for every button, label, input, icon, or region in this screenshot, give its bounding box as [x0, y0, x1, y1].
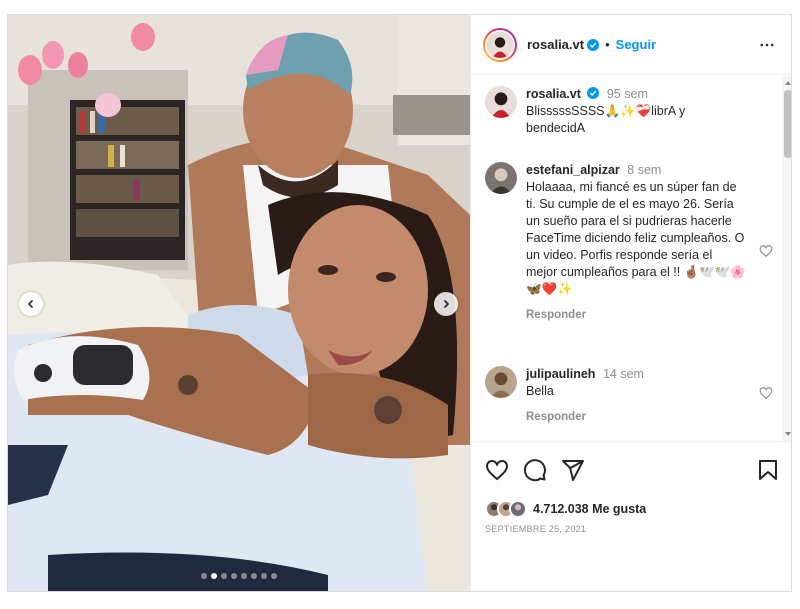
carousel-dot — [251, 573, 257, 579]
carousel-dot — [271, 573, 277, 579]
bookmark-icon[interactable] — [756, 458, 780, 482]
caption-username[interactable]: rosalia.vt — [526, 87, 581, 101]
comment-text: Bella — [526, 384, 554, 398]
reply-button[interactable]: Responder — [526, 307, 746, 324]
caption-time: 95 sem — [606, 87, 648, 101]
carousel-indicator — [8, 573, 470, 579]
comment-like-heart-icon[interactable] — [759, 386, 773, 400]
post-side-panel: rosalia.vt • Seguir rosalia.vt 95 sem Bl… — [470, 15, 792, 591]
likers-avatars — [485, 500, 527, 518]
carousel-dot — [241, 573, 247, 579]
chevron-left-icon — [27, 299, 34, 309]
header-separator: • — [605, 37, 610, 52]
carousel-dot — [231, 573, 237, 579]
previous-slide-button[interactable] — [19, 292, 43, 316]
carousel-dot — [211, 573, 217, 579]
comment-item: estefani_alpizar 8 sem Holaaaa, mi fianc… — [485, 162, 781, 324]
commenter-avatar[interactable] — [485, 162, 517, 194]
comment-time: 14 sem — [602, 367, 644, 381]
scroll-up-arrow-icon[interactable] — [784, 79, 792, 87]
comment-time: 8 sem — [627, 163, 662, 177]
comments-scrollbar[interactable] — [782, 76, 792, 441]
next-slide-button[interactable] — [434, 292, 458, 316]
likes-count[interactable]: 4.712.038 Me gusta — [533, 502, 646, 516]
post-actions: 4.712.038 Me gusta SEPTIEMBRE 25, 2021 — [471, 441, 791, 591]
avatar-image — [487, 31, 513, 58]
author-avatar[interactable] — [483, 27, 517, 62]
follow-button[interactable]: Seguir — [616, 37, 656, 52]
scrollbar-thumb[interactable] — [784, 90, 791, 158]
chevron-right-icon — [443, 299, 450, 309]
post-media[interactable] — [8, 15, 470, 591]
author-username[interactable]: rosalia.vt — [527, 37, 584, 52]
post-photo — [8, 15, 470, 591]
scroll-down-arrow-icon[interactable] — [784, 430, 792, 438]
reply-button[interactable]: Responder — [526, 409, 746, 426]
likes-row[interactable]: 4.712.038 Me gusta — [485, 500, 646, 518]
comments-section[interactable]: rosalia.vt 95 sem BlisssssSSSS🙏✨❤️‍🩹libr… — [471, 76, 792, 441]
carousel-dot — [201, 573, 207, 579]
comment-icon[interactable] — [523, 458, 547, 482]
caption-item: rosalia.vt 95 sem BlisssssSSSS🙏✨❤️‍🩹libr… — [485, 86, 781, 137]
carousel-dot — [221, 573, 227, 579]
commenter-avatar[interactable] — [485, 366, 517, 398]
caption-text: BlisssssSSSS🙏✨❤️‍🩹librA y bendecidA — [526, 104, 686, 135]
post-header: rosalia.vt • Seguir — [471, 15, 791, 75]
heart-icon[interactable] — [485, 458, 509, 482]
comment-item: julipaulineh 14 sem Bella Responder — [485, 366, 781, 426]
verified-badge-icon — [587, 38, 600, 51]
more-options-icon[interactable] — [755, 33, 779, 57]
comment-text: Holaaaa, mi fiancé es un súper fan de ti… — [526, 180, 746, 296]
comment-username[interactable]: julipaulineh — [526, 367, 595, 381]
verified-badge-icon — [587, 87, 600, 99]
share-icon[interactable] — [561, 458, 585, 482]
post-date[interactable]: SEPTIEMBRE 25, 2021 — [485, 524, 586, 534]
caption-avatar[interactable] — [485, 86, 517, 118]
comment-like-heart-icon[interactable] — [759, 244, 773, 258]
comment-username[interactable]: estefani_alpizar — [526, 163, 620, 177]
post-container: rosalia.vt • Seguir rosalia.vt 95 sem Bl… — [7, 14, 792, 592]
carousel-dot — [261, 573, 267, 579]
